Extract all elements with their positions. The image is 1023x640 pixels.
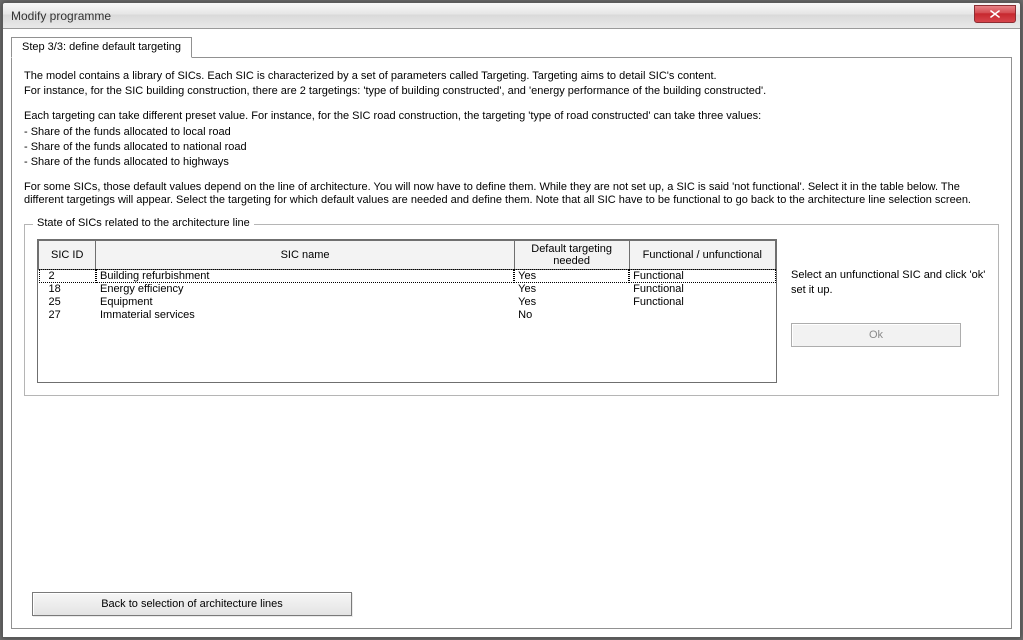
cell-fun bbox=[629, 309, 775, 322]
intro-line: For some SICs, those default values depe… bbox=[24, 181, 999, 207]
col-fun[interactable]: Functional / unfunctional bbox=[629, 240, 775, 269]
titlebar[interactable]: Modify programme bbox=[3, 3, 1020, 29]
cell-name: Immaterial services bbox=[96, 309, 514, 322]
cell-name: Equipment bbox=[96, 296, 514, 309]
cell-fun: Functional bbox=[629, 269, 775, 283]
cell-def: Yes bbox=[514, 283, 629, 296]
cell-fun: Functional bbox=[629, 283, 775, 296]
side-text: set it up. bbox=[791, 284, 986, 297]
col-sic-id[interactable]: SIC ID bbox=[39, 240, 96, 269]
sic-table[interactable]: SIC ID SIC name Default targeting needed… bbox=[37, 239, 777, 383]
cell-id: 2 bbox=[39, 269, 96, 283]
table-empty-space bbox=[39, 322, 776, 382]
col-def[interactable]: Default targeting needed bbox=[514, 240, 629, 269]
tab-step3[interactable]: Step 3/3: define default targeting bbox=[11, 37, 192, 58]
close-icon bbox=[990, 10, 1000, 18]
cell-def: No bbox=[514, 309, 629, 322]
cell-fun: Functional bbox=[629, 296, 775, 309]
cell-name: Building refurbishment bbox=[96, 269, 514, 283]
intro-bullet: - Share of the funds allocated to highwa… bbox=[24, 156, 999, 169]
ok-button[interactable]: Ok bbox=[791, 323, 961, 347]
cell-id: 25 bbox=[39, 296, 96, 309]
side-panel: Select an unfunctional SIC and click 'ok… bbox=[791, 239, 986, 347]
tab-panel: The model contains a library of SICs. Ea… bbox=[11, 57, 1012, 629]
cell-id: 27 bbox=[39, 309, 96, 322]
close-button[interactable] bbox=[974, 5, 1016, 23]
tabstrip: Step 3/3: define default targeting bbox=[11, 35, 1012, 57]
window-title: Modify programme bbox=[11, 9, 111, 23]
table-row[interactable]: 2 Building refurbishment Yes Functional bbox=[39, 269, 776, 283]
table-row[interactable]: 25 Equipment Yes Functional bbox=[39, 296, 776, 309]
side-text: Select an unfunctional SIC and click 'ok… bbox=[791, 269, 986, 282]
groupbox-legend: State of SICs related to the architectur… bbox=[33, 217, 254, 229]
cell-def: Yes bbox=[514, 269, 629, 283]
intro-line: Each targeting can take different preset… bbox=[24, 110, 999, 123]
table-header-row: SIC ID SIC name Default targeting needed… bbox=[39, 240, 776, 269]
table-row[interactable]: 18 Energy efficiency Yes Functional bbox=[39, 283, 776, 296]
intro-bullet: - Share of the funds allocated to nation… bbox=[24, 141, 999, 154]
cell-name: Energy efficiency bbox=[96, 283, 514, 296]
intro-bullet: - Share of the funds allocated to local … bbox=[24, 126, 999, 139]
sic-groupbox: State of SICs related to the architectur… bbox=[24, 224, 999, 396]
intro-text: The model contains a library of SICs. Ea… bbox=[24, 70, 999, 210]
col-sic-name[interactable]: SIC name bbox=[96, 240, 514, 269]
window: Modify programme Step 3/3: define defaul… bbox=[2, 2, 1021, 638]
intro-line: The model contains a library of SICs. Ea… bbox=[24, 70, 999, 83]
cell-id: 18 bbox=[39, 283, 96, 296]
intro-line: For instance, for the SIC building const… bbox=[24, 85, 999, 98]
cell-def: Yes bbox=[514, 296, 629, 309]
back-button[interactable]: Back to selection of architecture lines bbox=[32, 592, 352, 616]
table-row[interactable]: 27 Immaterial services No bbox=[39, 309, 776, 322]
client-area: Step 3/3: define default targeting The m… bbox=[3, 29, 1020, 637]
